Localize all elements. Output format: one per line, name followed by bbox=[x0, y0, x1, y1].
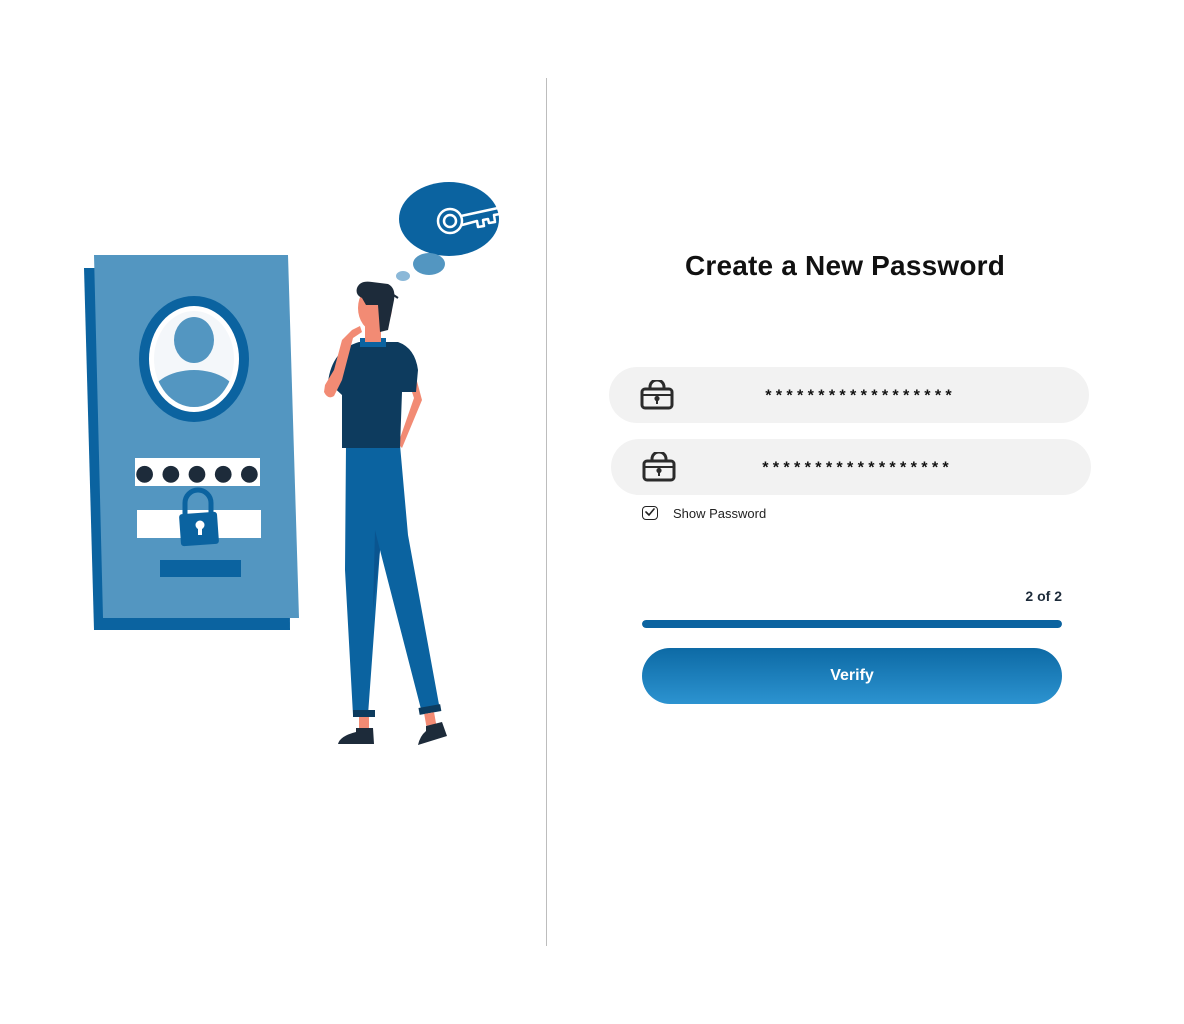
pin-dots: ● ● ● ● ● bbox=[135, 461, 259, 486]
page-title: Create a New Password bbox=[684, 250, 1006, 281]
progress-bar bbox=[642, 620, 1062, 628]
progress-bar-fill bbox=[642, 620, 1062, 628]
new-password-value[interactable]: ****************** bbox=[609, 367, 1089, 423]
check-icon bbox=[645, 508, 655, 516]
thinking-man-figure bbox=[324, 281, 447, 745]
new-password-field[interactable]: ****************** bbox=[609, 367, 1089, 423]
confirm-password-value[interactable]: ****************** bbox=[611, 439, 1091, 495]
step-indicator: 2 of 2 bbox=[1025, 588, 1062, 604]
confirm-password-field[interactable]: ****************** bbox=[611, 439, 1091, 495]
vertical-divider bbox=[546, 78, 547, 946]
show-password-checkbox[interactable] bbox=[642, 506, 658, 520]
show-password-toggle[interactable]: Show Password bbox=[642, 504, 766, 522]
password-illustration: ● ● ● ● ● bbox=[84, 182, 502, 745]
login-panel-graphic: ● ● ● ● ● bbox=[84, 255, 299, 630]
verify-button[interactable]: Verify bbox=[642, 648, 1062, 704]
show-password-label: Show Password bbox=[673, 505, 767, 521]
thought-bubble-key-icon bbox=[396, 182, 502, 281]
